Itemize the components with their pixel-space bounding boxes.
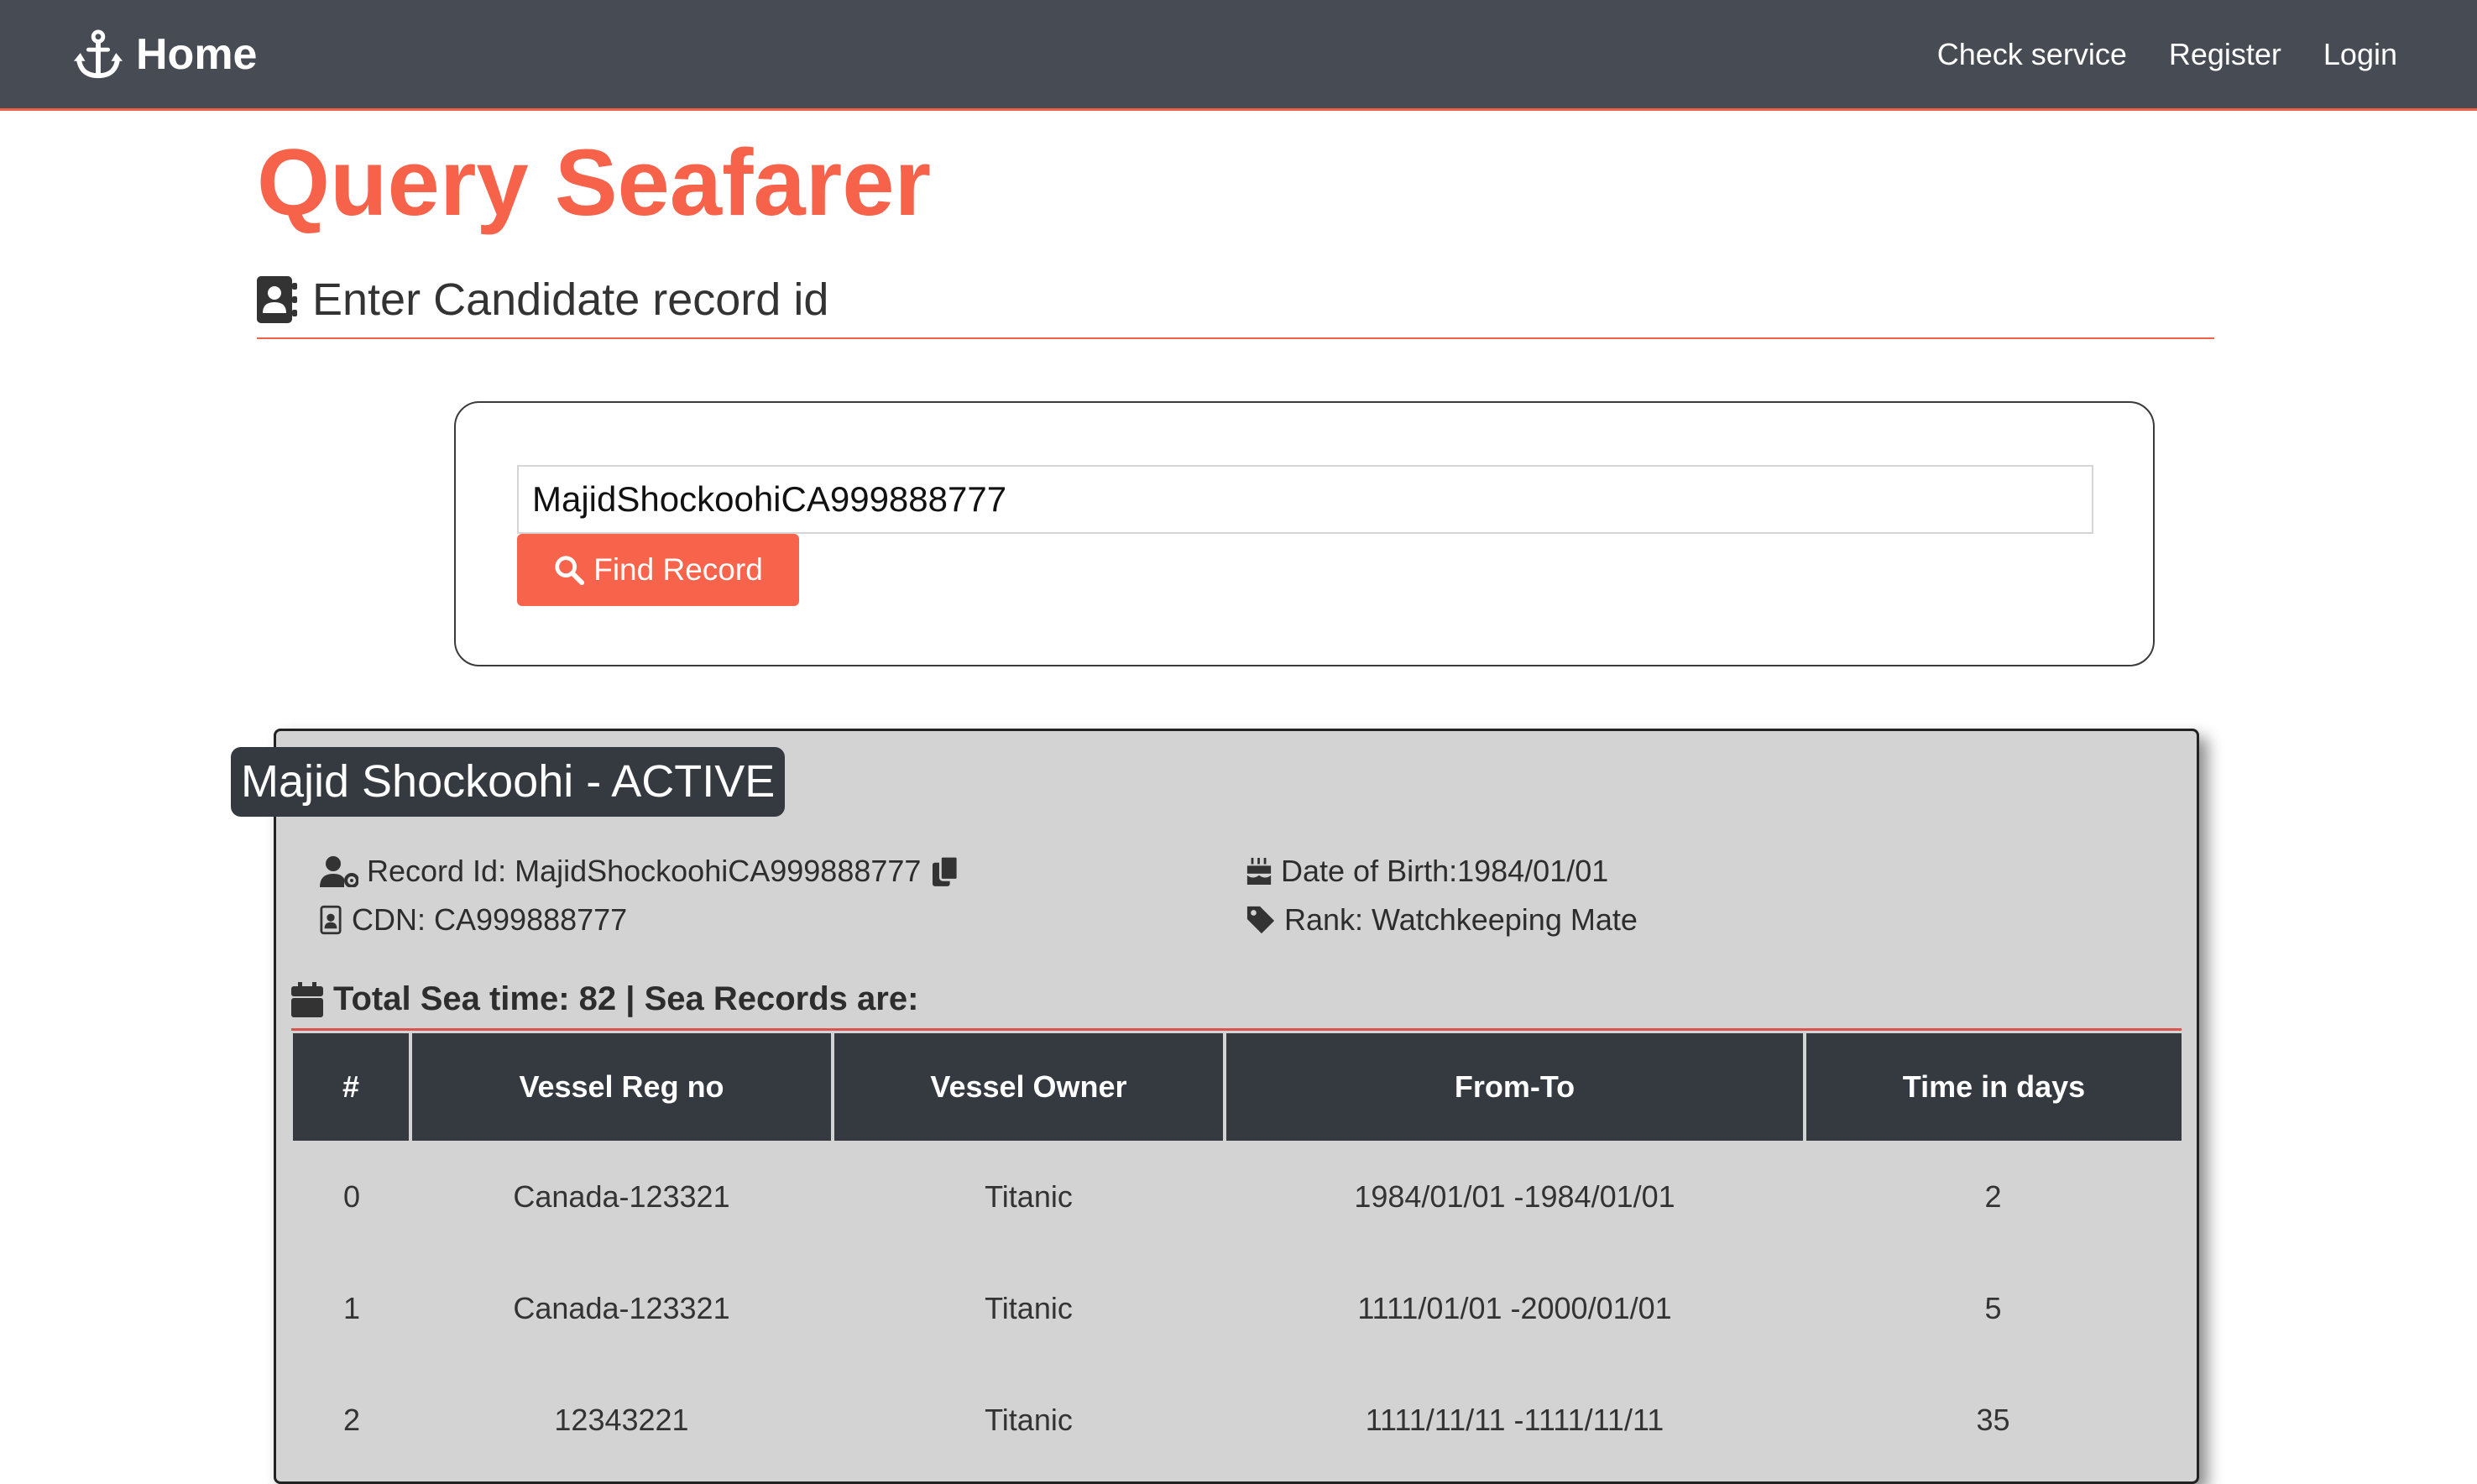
column-header-index: #	[293, 1033, 410, 1141]
cell-index: 0	[342, 1178, 361, 1214]
record-id-row: Record Id: MajidShockoohiCA999888777	[320, 853, 959, 890]
dob-text: Date of Birth:1984/01/01	[1281, 854, 1609, 888]
birthday-cake-icon	[1246, 856, 1281, 886]
nav-link-check-service[interactable]: Check service	[1937, 37, 2127, 72]
table-header-row: # Vessel Reg no Vessel Owner From-To Tim…	[293, 1033, 2182, 1141]
section-heading-label: Enter Candidate record id	[312, 274, 829, 325]
cell-vessel-owner: Titanic	[985, 1290, 1073, 1325]
cell-vessel-owner: Titanic	[985, 1178, 1073, 1214]
cell-vessel-reg-no: Canada-123321	[513, 1178, 730, 1214]
cell-index: 1	[342, 1290, 361, 1325]
id-badge-icon	[320, 905, 352, 935]
search-card: Find Record	[454, 401, 2155, 666]
nav-link-register[interactable]: Register	[2169, 37, 2281, 72]
record-id-text: Record Id: MajidShockoohiCA999888777	[367, 854, 922, 888]
tag-icon	[1246, 905, 1284, 935]
cell-time-in-days: 5	[1984, 1290, 2002, 1325]
column-header-from-to: From-To	[1223, 1033, 1805, 1141]
home-link[interactable]: Home	[72, 25, 257, 84]
cell-vessel-reg-no: Canada-123321	[513, 1290, 730, 1325]
copy-icon[interactable]	[933, 856, 959, 886]
total-sea-time-text: Total Sea time: 82 | Sea Records are:	[333, 980, 919, 1017]
calendar-icon	[291, 981, 333, 1017]
cell-from-to: 1111/11/11 -1111/11/11	[1365, 1402, 1664, 1437]
rank-text: Rank: Watchkeeping Mate	[1284, 902, 1638, 937]
anchor-icon	[72, 29, 124, 81]
rank-row: Rank: Watchkeeping Mate	[1246, 901, 1638, 938]
dob-row: Date of Birth:1984/01/01	[1246, 853, 1608, 890]
record-id-input[interactable]	[517, 465, 2093, 534]
nav-links: Check service Register Login	[1895, 25, 2397, 84]
column-header-time-in-days: Time in days	[1803, 1033, 2182, 1141]
nav-link-login[interactable]: Login	[2323, 37, 2397, 72]
cell-time-in-days: 35	[1976, 1402, 2010, 1437]
column-header-vessel-reg-no: Vessel Reg no	[409, 1033, 833, 1141]
home-label: Home	[136, 30, 258, 79]
cell-time-in-days: 2	[1984, 1178, 2002, 1214]
total-sea-time: Total Sea time: 82 | Sea Records are:	[291, 975, 2182, 1031]
sea-records-table: # Vessel Reg no Vessel Owner From-To Tim…	[293, 1033, 2182, 1476]
cell-from-to: 1111/01/01 -2000/01/01	[1357, 1290, 1672, 1325]
find-record-label: Find Record	[593, 552, 763, 587]
table-row: 2 12343221 Titanic 1111/11/11 -1111/11/1…	[293, 1364, 2182, 1476]
address-book-icon	[257, 276, 297, 323]
column-header-vessel-owner: Vessel Owner	[831, 1033, 1225, 1141]
section-heading: Enter Candidate record id	[257, 269, 2214, 339]
cell-vessel-owner: Titanic	[985, 1402, 1073, 1437]
table-row: 0 Canada-123321 Titanic 1984/01/01 -1984…	[293, 1141, 2182, 1252]
cell-from-to: 1984/01/01 -1984/01/01	[1354, 1178, 1675, 1214]
search-icon	[553, 554, 593, 586]
user-cog-icon	[320, 855, 367, 887]
cdn-row: CDN: CA999888777	[320, 901, 627, 938]
cell-index: 2	[342, 1402, 361, 1437]
seafarer-name-status: Majid Shockoohi - ACTIVE	[231, 747, 786, 817]
cdn-text: CDN: CA999888777	[352, 902, 628, 937]
table-row: 1 Canada-123321 Titanic 1111/01/01 -2000…	[293, 1252, 2182, 1364]
page-title: Query Seafarer	[257, 130, 932, 235]
navbar: Home Check service Register Login	[0, 0, 2477, 111]
find-record-button[interactable]: Find Record	[517, 534, 799, 606]
cell-vessel-reg-no: 12343221	[554, 1402, 689, 1437]
